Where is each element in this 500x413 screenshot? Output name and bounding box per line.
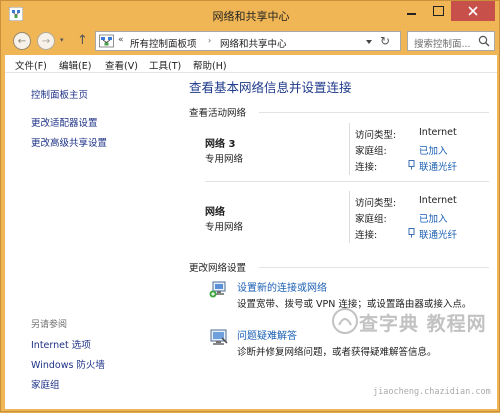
- navigation-bar: ← → ▾ ↑ « 所有控制面板项 › 网络和共享中心 ↻ 搜索控制面...: [5, 29, 497, 53]
- menu-help[interactable]: 帮助(H): [193, 58, 227, 72]
- sidebar: 控制面板主页 更改适配器设置 更改高级共享设置 另请参阅 Internet 选项…: [5, 73, 183, 409]
- close-icon: [468, 6, 478, 16]
- network-2-access-type-value: Internet: [419, 195, 457, 206]
- sidebar-link-internet-options[interactable]: Internet 选项: [31, 337, 91, 351]
- search-input[interactable]: 搜索控制面...: [407, 31, 495, 51]
- network-1-homegroup-link[interactable]: 已加入: [419, 143, 448, 157]
- address-bar[interactable]: « 所有控制面板项 › 网络和共享中心 ↻: [95, 31, 401, 51]
- ethernet-icon: [408, 228, 415, 238]
- change-settings-heading: 更改网络设置: [189, 263, 247, 274]
- sidebar-link-windows-firewall[interactable]: Windows 防火墙: [31, 357, 105, 371]
- network-1-type: 专用网络: [205, 154, 244, 165]
- menu-bar: 文件(F) 编辑(E) 查看(V) 工具(T) 帮助(H): [5, 55, 497, 73]
- network-1-connection-link[interactable]: 联通光纤: [419, 159, 457, 173]
- breadcrumb-all-control-panel-items[interactable]: 所有控制面板项: [130, 36, 197, 50]
- control-panel-icon: [99, 34, 114, 48]
- forward-button[interactable]: →: [37, 32, 55, 50]
- forward-arrow-icon: →: [41, 35, 51, 47]
- minimize-button[interactable]: [397, 1, 425, 21]
- sidebar-link-change-advanced-sharing[interactable]: 更改高级共享设置: [31, 135, 107, 149]
- close-button[interactable]: [451, 1, 495, 21]
- active-networks-heading: 查看活动网络: [189, 108, 247, 119]
- see-also-heading: 另请参阅: [31, 320, 68, 330]
- network-separator: [205, 181, 489, 182]
- network-2-connection-link[interactable]: 联通光纤: [419, 227, 457, 241]
- section-divider: [259, 267, 489, 268]
- title-bar[interactable]: 网络和共享中心: [1, 1, 500, 29]
- section-divider: [259, 112, 489, 113]
- breadcrumb-network-sharing-center[interactable]: 网络和共享中心: [220, 36, 287, 50]
- new-connection-icon[interactable]: [209, 279, 229, 299]
- setup-new-connection-link[interactable]: 设置新的连接或网络: [237, 279, 327, 294]
- search-placeholder: 搜索控制面...: [414, 39, 471, 50]
- back-button[interactable]: ←: [13, 32, 31, 50]
- network-2-name: 网络: [205, 207, 225, 218]
- network-2-access-type-label: 访问类型:: [355, 198, 397, 209]
- setup-new-connection-description: 设置宽带、拨号或 VPN 连接；或设置路由器或接入点。: [237, 299, 472, 310]
- sidebar-link-control-panel-home[interactable]: 控制面板主页: [31, 87, 88, 101]
- menu-file[interactable]: 文件(F): [15, 58, 47, 72]
- sidebar-link-change-adapter-settings[interactable]: 更改适配器设置: [31, 115, 98, 129]
- breadcrumb-separator-icon[interactable]: ›: [208, 36, 211, 45]
- address-dropdown-icon[interactable]: [362, 36, 376, 48]
- network-2-connection-label: 连接:: [355, 230, 378, 241]
- troubleshoot-problems-description: 诊断并修复网络问题，或者获得疑难解答信息。: [237, 347, 437, 358]
- network-1-name: 网络 3: [205, 139, 236, 150]
- network-1-connection-label: 连接:: [355, 162, 378, 173]
- network-2-type: 专用网络: [205, 222, 244, 233]
- network-1-homegroup-label: 家庭组:: [355, 146, 387, 157]
- back-arrow-icon: ←: [17, 35, 27, 47]
- content-area: 控制面板主页 更改适配器设置 更改高级共享设置 另请参阅 Internet 选项…: [5, 73, 497, 409]
- troubleshoot-icon[interactable]: [209, 327, 229, 347]
- page-title: 查看基本网络信息并设置连接: [189, 80, 352, 95]
- window: 网络和共享中心 ← → ▾ ↑ « 所有控制面板项 › 网络和共享中心 ↻ 搜索…: [0, 0, 500, 412]
- search-icon[interactable]: [478, 35, 490, 47]
- sidebar-link-homegroup[interactable]: 家庭组: [31, 377, 60, 391]
- menu-tools[interactable]: 工具(T): [149, 58, 181, 72]
- network-1-access-type-label: 访问类型:: [355, 130, 397, 141]
- troubleshoot-problems-link[interactable]: 问题疑难解答: [237, 327, 297, 342]
- main-panel: 查看基本网络信息并设置连接 查看活动网络 网络 3 专用网络 访问类型: Int…: [189, 73, 489, 409]
- refresh-icon[interactable]: ↻: [380, 34, 390, 48]
- maximize-button[interactable]: [425, 1, 451, 21]
- network-divider: [349, 191, 350, 243]
- network-2-homegroup-link[interactable]: 已加入: [419, 211, 448, 225]
- recent-locations-button[interactable]: ▾: [60, 36, 64, 44]
- ethernet-icon: [408, 160, 415, 170]
- menu-edit[interactable]: 编辑(E): [59, 58, 91, 72]
- network-1-access-type-value: Internet: [419, 127, 457, 138]
- network-divider: [349, 123, 350, 175]
- up-button[interactable]: ↑: [77, 33, 88, 48]
- address-overflow-chevron[interactable]: «: [118, 35, 124, 45]
- menu-view[interactable]: 查看(V): [105, 58, 138, 72]
- network-2-homegroup-label: 家庭组:: [355, 214, 387, 225]
